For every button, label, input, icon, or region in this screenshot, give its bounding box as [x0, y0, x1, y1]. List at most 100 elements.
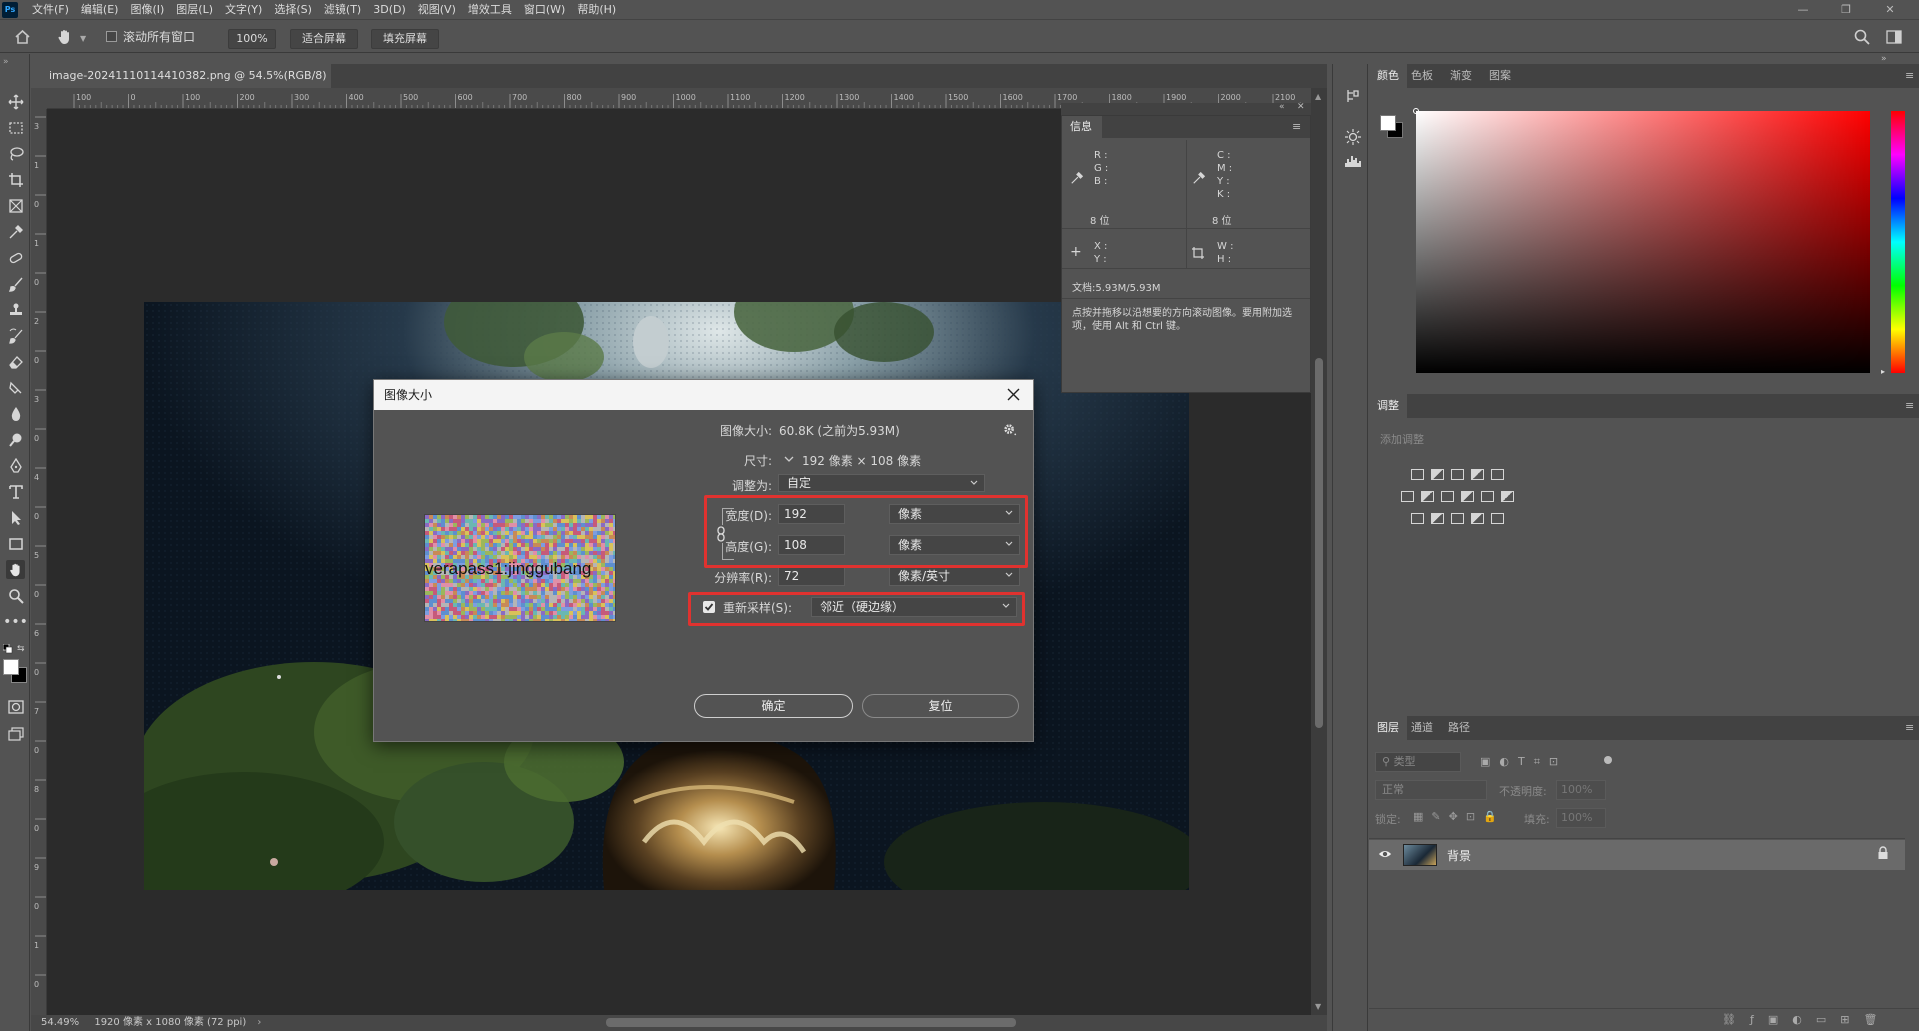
menu-item-5[interactable]: 选择(S)	[268, 0, 318, 20]
tab-adjustments[interactable]: 调整	[1369, 394, 1407, 418]
adjustment-levels-icon[interactable]	[1431, 469, 1444, 480]
tab-paths[interactable]: 路径	[1440, 716, 1478, 740]
resolution-input[interactable]: 72	[778, 566, 845, 586]
close-window-icon[interactable]: ✕	[1870, 0, 1910, 20]
path-selection-tool-icon[interactable]	[6, 508, 25, 527]
blur-tool-icon[interactable]	[6, 404, 25, 423]
adjustment-vibrance-icon[interactable]	[1491, 469, 1504, 480]
gradient-tool-icon[interactable]	[6, 378, 25, 397]
horizontal-scroll-thumb[interactable]	[606, 1018, 1016, 1027]
tab-swatches[interactable]: 色板	[1403, 64, 1441, 88]
adjustment-black-white-icon[interactable]	[1441, 491, 1454, 502]
info-panel-menu-icon[interactable]: ≡	[1292, 120, 1301, 133]
dimensions-chevron-icon[interactable]	[783, 454, 795, 464]
tool-preset-chevron-icon[interactable]: ▼	[80, 34, 86, 43]
eyedropper-tool-icon[interactable]	[6, 222, 25, 241]
adjustment-exposure-icon[interactable]	[1471, 469, 1484, 480]
menu-item-11[interactable]: 帮助(H)	[571, 0, 622, 20]
menu-item-2[interactable]: 图像(I)	[124, 0, 170, 20]
adjustment-invert-icon[interactable]	[1411, 513, 1424, 524]
menu-item-0[interactable]: 文件(F)	[26, 0, 75, 20]
scroll-down-icon[interactable]: ▼	[1315, 1002, 1321, 1011]
collapse-toolbar-icon[interactable]: »	[3, 57, 9, 67]
pen-tool-icon[interactable]	[6, 456, 25, 475]
color-picker-cursor[interactable]	[1413, 108, 1419, 114]
stamp-tool-icon[interactable]	[6, 300, 25, 319]
layer-name[interactable]: 背景	[1447, 847, 1471, 864]
color-field[interactable]	[1416, 111, 1870, 373]
search-icon[interactable]	[1854, 29, 1870, 45]
hue-slider-handle-icon[interactable]: ▸	[1881, 367, 1885, 376]
adjustment-photo-filter-icon[interactable]	[1461, 491, 1474, 502]
menu-item-7[interactable]: 3D(D)	[367, 0, 412, 20]
tab-channels[interactable]: 通道	[1403, 716, 1441, 740]
resolution-unit-select[interactable]: 像素/英寸	[889, 566, 1020, 586]
vertical-scrollbar[interactable]: ▲ ▼	[1311, 88, 1327, 1015]
rectangle-tool-icon[interactable]	[6, 534, 25, 553]
adjustment-brightness-icon[interactable]	[1411, 469, 1424, 480]
tab-gradients[interactable]: 渐变	[1442, 64, 1480, 88]
fit-screen-button[interactable]: 适合屏幕	[290, 29, 358, 49]
histogram-panel-icon[interactable]	[1344, 154, 1362, 168]
adjustment-posterize-icon[interactable]	[1431, 513, 1444, 524]
menu-item-6[interactable]: 滤镜(T)	[318, 0, 367, 20]
zoom-100-button[interactable]: 100%	[228, 29, 276, 49]
tab-layers[interactable]: 图层	[1369, 716, 1407, 740]
info-eyedropper-rgb-icon[interactable]	[1070, 171, 1084, 185]
layer-filter-toggle[interactable]	[1604, 756, 1612, 764]
blend-mode-select[interactable]: 正常	[1375, 780, 1487, 800]
layer-row-background[interactable]: 背景	[1369, 840, 1905, 870]
vertical-scroll-thumb[interactable]	[1315, 358, 1323, 728]
layer-filter-buttons[interactable]: ▣◐T⌗⊡	[1480, 755, 1567, 769]
tab-patterns[interactable]: 图案	[1481, 64, 1519, 88]
home-icon[interactable]	[14, 29, 31, 45]
menu-item-1[interactable]: 编辑(E)	[75, 0, 125, 20]
tab-color[interactable]: 颜色	[1369, 64, 1407, 88]
eraser-tool-icon[interactable]	[6, 352, 25, 371]
info-panel-close-icon[interactable]: ✕	[1297, 102, 1305, 112]
document-tab[interactable]: image-20241110114410382.png @ 54.5%(RGB/…	[31, 64, 331, 106]
layers-footer-buttons[interactable]: ⛓ƒ▣◐▭⊞🗑	[1722, 1013, 1891, 1026]
menu-item-8[interactable]: 视图(V)	[412, 0, 462, 20]
status-menu-chevron-icon[interactable]: ›	[257, 1017, 261, 1028]
history-brush-tool-icon[interactable]	[6, 326, 25, 345]
menu-item-10[interactable]: 窗口(W)	[518, 0, 571, 20]
info-panel-collapse-icon[interactable]: «	[1279, 102, 1285, 112]
foreground-color-swatch[interactable]	[3, 659, 19, 675]
color-panel-menu-icon[interactable]: ≡	[1905, 69, 1914, 82]
opacity-input[interactable]: 100%	[1556, 780, 1606, 800]
frame-tool-icon[interactable]	[6, 196, 25, 215]
menu-item-4[interactable]: 文字(Y)	[219, 0, 268, 20]
hue-slider[interactable]	[1891, 111, 1905, 373]
info-panel-tab[interactable]: 信息	[1062, 116, 1102, 138]
layer-visibility-eye-icon[interactable]	[1378, 847, 1392, 861]
layer-lock-icon[interactable]	[1877, 846, 1889, 860]
dialog-settings-gear-icon[interactable]	[1003, 423, 1017, 437]
info-eyedropper-cmyk-icon[interactable]	[1192, 171, 1206, 185]
dialog-preview[interactable]: verapass1:jinggubang	[424, 514, 616, 622]
restore-icon[interactable]: ❐	[1826, 0, 1866, 20]
workspace-icon[interactable]	[1886, 30, 1902, 44]
zoom-tool-icon[interactable]	[6, 586, 25, 605]
history-panel-icon[interactable]	[1345, 88, 1361, 104]
adjustments-menu-icon[interactable]: ≡	[1905, 399, 1914, 412]
panel-foreground-swatch[interactable]	[1380, 115, 1396, 131]
hand-tool-active-icon[interactable]	[6, 560, 25, 579]
status-zoom[interactable]: 54.49%	[41, 1017, 79, 1028]
scroll-up-icon[interactable]: ▲	[1315, 92, 1321, 101]
adjustment-gradient-map-icon[interactable]	[1491, 513, 1504, 524]
screen-mode-icon[interactable]	[6, 724, 25, 743]
dialog-close-icon[interactable]	[1007, 388, 1020, 401]
type-tool-icon[interactable]	[6, 482, 25, 501]
fit-to-select[interactable]: 自定	[778, 474, 985, 492]
adjustment-channel-mixer-icon[interactable]	[1481, 491, 1494, 502]
scroll-all-checkbox[interactable]	[106, 31, 117, 42]
layer-thumbnail[interactable]	[1403, 844, 1437, 866]
adjustment-color-lookup-icon[interactable]	[1501, 491, 1514, 502]
lasso-tool-icon[interactable]	[6, 144, 25, 163]
layers-menu-icon[interactable]: ≡	[1905, 721, 1914, 734]
brush-tool-icon[interactable]	[6, 274, 25, 293]
menu-item-9[interactable]: 增效工具	[462, 0, 518, 20]
light-panel-icon[interactable]	[1344, 128, 1362, 146]
fill-screen-button[interactable]: 填充屏幕	[371, 29, 439, 49]
